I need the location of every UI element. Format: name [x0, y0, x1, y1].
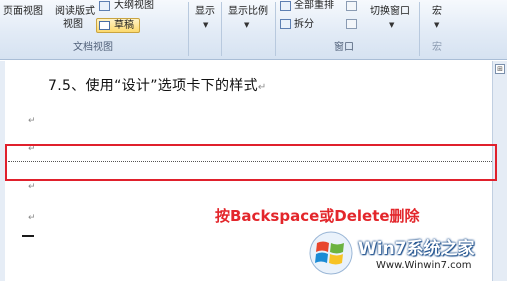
paragraph-mark: ↵ — [257, 82, 267, 93]
zoom-button[interactable]: 显示比例 — [228, 6, 268, 18]
outline-view-icon — [99, 1, 110, 11]
text-cursor-dash — [22, 235, 34, 237]
watermark: Win7系统之家 Www.Winwin7.com — [308, 230, 507, 281]
windows-logo-icon — [309, 231, 353, 275]
macros-group-label: 宏 — [432, 42, 442, 53]
heading-text: 7.5、使用“设计”选项卡下的样式 — [48, 78, 258, 94]
document-heading: 7.5、使用“设计”选项卡下的样式↵ — [48, 75, 267, 95]
ribbon-divider — [419, 2, 420, 56]
highlight-box — [5, 144, 497, 181]
draft-view-label: 草稿 — [114, 20, 134, 31]
ribbon-divider — [221, 2, 222, 56]
arrange-all-button[interactable]: 全部重排 — [294, 0, 334, 12]
chevron-down-icon: ▼ — [389, 21, 395, 29]
draft-view-button[interactable]: 草稿 — [96, 18, 140, 33]
ribbon: 页面视图 阅读版式 视图 大纲视图 草稿 文档视图 显示 ▼ 显示比例 ▼ 全部… — [0, 0, 507, 60]
split-button[interactable]: 拆分 — [294, 19, 314, 31]
outline-view-button[interactable]: 大纲视图 — [114, 0, 154, 12]
chevron-down-icon: ▼ — [244, 21, 250, 29]
paragraph-mark: ↵ — [28, 213, 36, 223]
reading-layout-button-line2[interactable]: 视图 — [63, 19, 83, 31]
watermark-url: Www.Winwin7.com — [376, 260, 472, 271]
paragraph-mark: ↵ — [28, 116, 36, 126]
sync-scroll-icon — [346, 19, 357, 29]
macros-button[interactable]: 宏 — [432, 6, 442, 18]
reading-layout-button[interactable]: 阅读版式 — [55, 6, 95, 18]
instruction-annotation: 按Backspace或Delete删除 — [215, 207, 420, 225]
chevron-down-icon: ▼ — [203, 21, 209, 29]
ruler-toggle-icon[interactable]: ⊞ — [495, 64, 505, 74]
side-by-side-icon — [346, 1, 357, 11]
chevron-down-icon: ▼ — [434, 21, 440, 29]
split-icon — [280, 19, 291, 29]
ribbon-divider — [188, 2, 189, 56]
page-view-button[interactable]: 页面视图 — [3, 6, 43, 18]
arrange-all-icon — [280, 1, 291, 11]
window-group-label: 窗口 — [334, 42, 354, 53]
watermark-title: Win7系统之家 — [358, 239, 475, 259]
paragraph-mark: ↵ — [28, 182, 36, 192]
switch-windows-button[interactable]: 切换窗口 — [370, 6, 410, 18]
draft-view-icon — [99, 21, 110, 30]
document-views-group-label: 文档视图 — [73, 42, 113, 53]
show-button[interactable]: 显示 — [195, 6, 215, 18]
ribbon-divider — [275, 2, 276, 56]
